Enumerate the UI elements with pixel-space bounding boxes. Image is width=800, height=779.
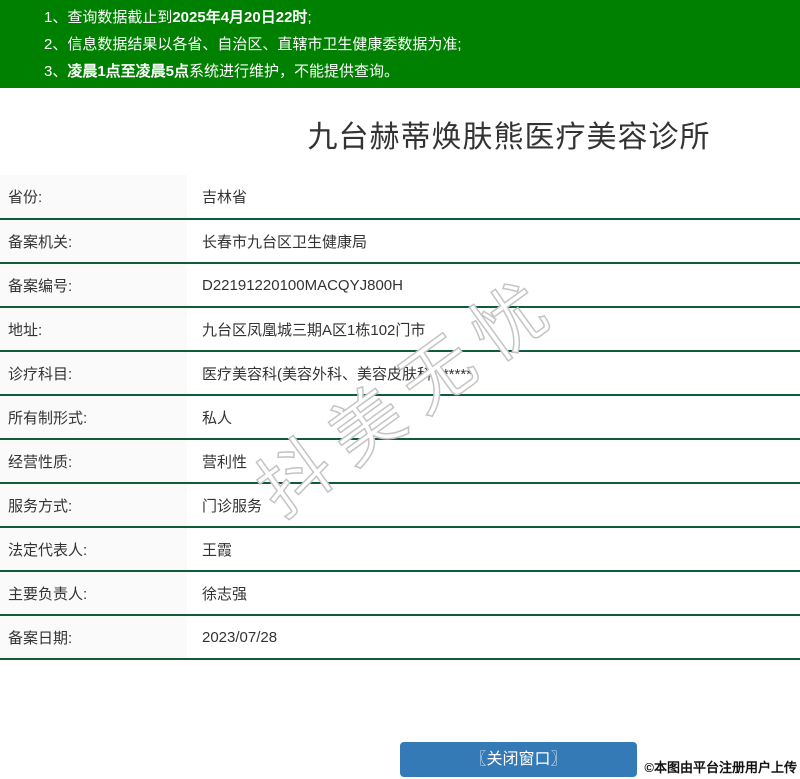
table-row: 省份: 吉林省 [0, 175, 800, 220]
notice-line-3-suffix: 系统进行维护，不能提供查询。 [189, 63, 400, 80]
row-value: D22191220100MACQYJ800H [187, 263, 800, 308]
row-label: 法定代表人: [0, 527, 187, 572]
page-title: 九台赫蒂焕肤熊医疗美容诊所 [307, 121, 711, 154]
row-label: 备案日期: [0, 615, 187, 660]
row-label: 诊疗科目: [0, 351, 187, 396]
notice-banner: 1、查询数据截止到2025年4月20日22时; 2、信息数据结果以各省、自治区、… [0, 0, 800, 88]
table-row: 备案日期: 2023/07/28 [0, 615, 800, 660]
row-label: 省份: [0, 175, 187, 220]
title-area: 九台赫蒂焕肤熊医疗美容诊所 [0, 118, 800, 158]
row-value: 九台区凤凰城三期A区1栋102门市 [187, 307, 800, 352]
row-label: 主要负责人: [0, 571, 187, 616]
row-label: 服务方式: [0, 483, 187, 528]
row-value: 2023/07/28 [187, 615, 800, 660]
notice-line-1-bold: 2025年4月20日22时 [172, 9, 308, 26]
row-value: 王霞 [187, 527, 800, 572]
upload-attribution-note: ©本图由平台注册用户上传 [644, 760, 797, 775]
row-value: 门诊服务 [187, 483, 800, 528]
table-row: 主要负责人: 徐志强 [0, 571, 800, 616]
close-window-button[interactable]: 〖关闭窗口〗 [400, 742, 637, 777]
row-value: 营利性 [187, 439, 800, 484]
row-label: 地址: [0, 307, 187, 352]
notice-line-3-text: 3、 [44, 63, 68, 80]
table-row: 地址: 九台区凤凰城三期A区1栋102门市 [0, 307, 800, 352]
row-value: 私人 [187, 395, 800, 440]
button-row: 〖关闭窗口〗 [400, 742, 637, 777]
notice-line-2-text: 2、信息数据结果以各省、自治区、直辖市卫生健康委数据为准; [44, 36, 462, 53]
table-row: 备案编号: D22191220100MACQYJ800H [0, 263, 800, 308]
row-label: 备案机关: [0, 219, 187, 264]
table-row: 服务方式: 门诊服务 [0, 483, 800, 528]
record-table: 省份: 吉林省 备案机关: 长春市九台区卫生健康局 备案编号: D2219122… [0, 175, 800, 660]
table-row: 法定代表人: 王霞 [0, 527, 800, 572]
notice-line-1-suffix: ; [307, 9, 312, 26]
notice-line-3: 3、凌晨1点至凌晨5点系统进行维护，不能提供查询。 [44, 58, 800, 85]
table-row: 诊疗科目: 医疗美容科(美容外科、美容皮肤科)****** [0, 351, 800, 396]
table-row: 经营性质: 营利性 [0, 439, 800, 484]
row-value: 长春市九台区卫生健康局 [187, 219, 800, 264]
row-value: 医疗美容科(美容外科、美容皮肤科)****** [187, 351, 800, 396]
row-value: 徐志强 [187, 571, 800, 616]
notice-line-1: 1、查询数据截止到2025年4月20日22时; [44, 4, 800, 31]
notice-line-2: 2、信息数据结果以各省、自治区、直辖市卫生健康委数据为准; [44, 31, 800, 58]
table-row: 备案机关: 长春市九台区卫生健康局 [0, 219, 800, 264]
notice-line-1-text: 1、查询数据截止到 [44, 9, 173, 26]
row-label: 经营性质: [0, 439, 187, 484]
row-label: 所有制形式: [0, 395, 187, 440]
table-row: 所有制形式: 私人 [0, 395, 800, 440]
row-value: 吉林省 [187, 175, 800, 220]
row-label: 备案编号: [0, 263, 187, 308]
notice-line-3-bold: 凌晨1点至凌晨5点 [67, 63, 190, 80]
